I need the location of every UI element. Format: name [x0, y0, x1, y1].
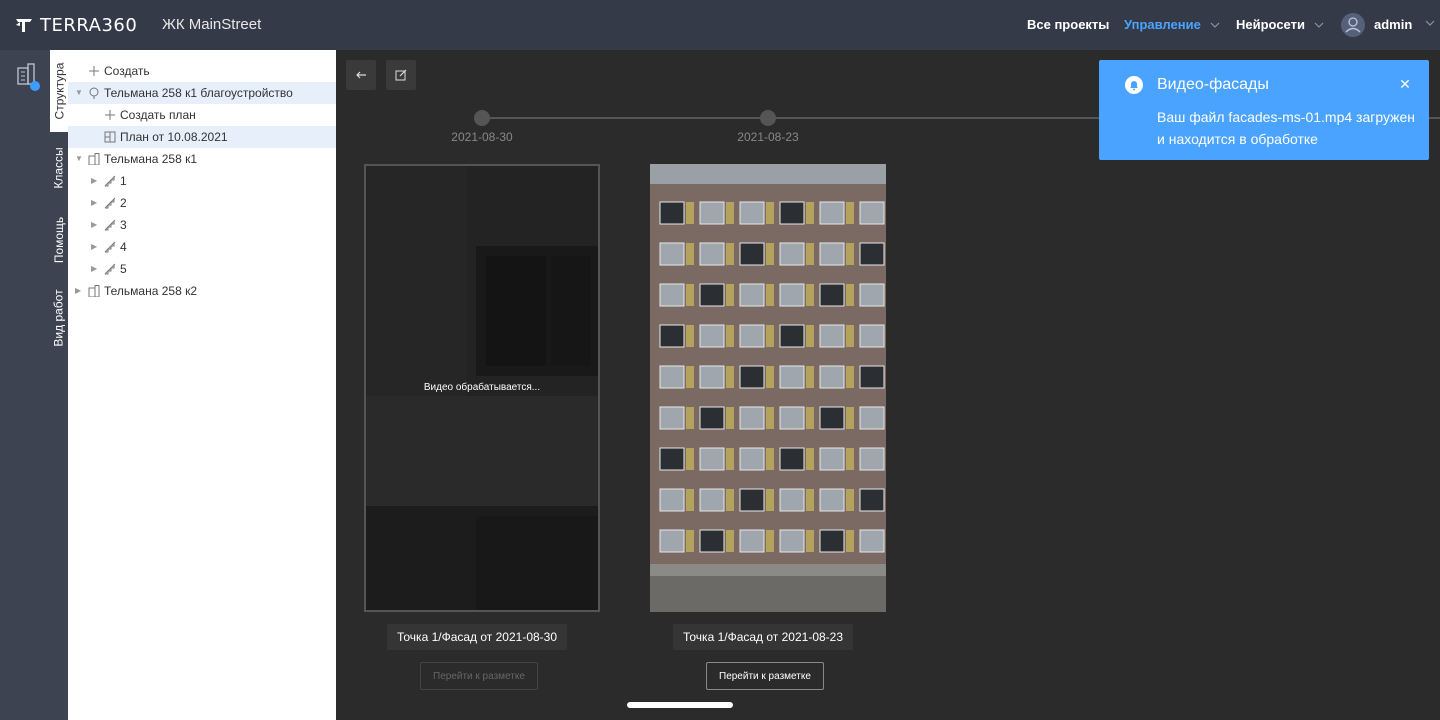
timeline-date: 2021-08-23 [737, 130, 799, 144]
tree-item-label: 3 [120, 218, 127, 232]
card-caption: Точка 1/Фасад от 2021-08-23 [673, 624, 854, 650]
tree-item-create[interactable]: Создать [68, 60, 336, 82]
facade-windows [659, 201, 885, 553]
building-icon [88, 153, 100, 166]
edit-button[interactable] [386, 60, 416, 90]
video-preview-processing: Видео обрабатывается... [364, 164, 600, 612]
tree-item-plan[interactable]: План от 10.08.2021 [68, 126, 336, 148]
tree-item-label: План от 10.08.2021 [120, 130, 228, 144]
nav-neural-networks[interactable]: Нейросети [1236, 17, 1325, 32]
tab-structure[interactable]: Структура [50, 50, 68, 132]
tree-item-create-plan[interactable]: Создать план [68, 104, 336, 126]
caret-down-icon[interactable]: ▼ [75, 88, 85, 98]
facade-photo [650, 164, 886, 612]
plus-icon [88, 65, 100, 77]
tab-classes[interactable]: Классы [50, 134, 68, 202]
plus-icon [104, 109, 116, 121]
left-rail [0, 50, 50, 720]
go-to-markup-button[interactable]: Перейти к разметке [420, 662, 538, 690]
tree-item-label: 1 [120, 174, 127, 188]
horizontal-scrollbar[interactable] [627, 702, 733, 708]
tab-work-type-label: Вид работ [52, 289, 67, 347]
chevron-down-icon [1210, 22, 1220, 28]
terra-logo-icon [16, 19, 32, 32]
stairs-icon [104, 197, 116, 209]
bell-icon [1125, 76, 1143, 94]
tab-classes-label: Классы [52, 147, 67, 189]
caret-right-icon[interactable]: ▶ [91, 220, 101, 230]
notification-toast: Видео-фасады Ваш файл facades-ms-01.mp4 … [1099, 60, 1429, 160]
back-button[interactable] [346, 60, 376, 90]
caret-right-icon[interactable]: ▶ [91, 264, 101, 274]
plan-icon [104, 131, 116, 143]
caret-right-icon[interactable]: ▶ [91, 242, 101, 252]
nav-all-projects[interactable]: Все проекты [1027, 17, 1109, 32]
go-to-markup-button[interactable]: Перейти к разметке [706, 662, 824, 690]
edit-icon [395, 69, 407, 81]
nav-all-projects-label: Все проекты [1027, 17, 1110, 32]
tab-help-label: Помощь [52, 216, 67, 264]
tree-item-floor-1[interactable]: ▶ 1 [68, 170, 336, 192]
stairs-icon [104, 241, 116, 253]
nav-management[interactable]: Управление [1124, 17, 1221, 32]
tree-item-label: 4 [120, 240, 127, 254]
tab-help[interactable]: Помощь [50, 204, 68, 276]
tree-item-building-k2[interactable]: ▶ Тельмана 258 к2 [68, 280, 336, 302]
nav-management-label: Управление [1124, 17, 1201, 32]
user-menu[interactable]: admin [1374, 17, 1436, 32]
tree-item-floor-3[interactable]: ▶ 3 [68, 214, 336, 236]
close-icon[interactable]: ✕ [1397, 76, 1413, 92]
card-caption: Точка 1/Фасад от 2021-08-30 [387, 624, 568, 650]
caret-down-icon[interactable]: ▼ [75, 154, 85, 164]
toast-title: Видео-фасады [1157, 76, 1269, 93]
tree-item-floor-5[interactable]: ▶ 5 [68, 258, 336, 280]
video-preview[interactable] [650, 164, 886, 612]
tab-work-type[interactable]: Вид работ [50, 278, 68, 358]
tree-item-landscaping[interactable]: ▼ Тельмана 258 к1 благоустройство [68, 82, 336, 104]
building-icon [88, 285, 100, 298]
tree-item-label: 5 [120, 262, 127, 276]
nav-neural-networks-label: Нейросети [1236, 17, 1305, 32]
timeline-point[interactable] [760, 110, 776, 126]
top-bar: TERRA360 ЖК MainStreet Все проекты Управ… [0, 0, 1440, 50]
stairs-icon [104, 219, 116, 231]
tab-structure-label: Структура [52, 62, 66, 120]
processing-status: Видео обрабатывается... [423, 382, 541, 393]
tree-item-floor-4[interactable]: ▶ 4 [68, 236, 336, 258]
tree-icon [88, 87, 100, 99]
tree-item-label: Тельмана 258 к2 [104, 284, 198, 298]
chevron-down-icon [1314, 22, 1324, 28]
stairs-icon [104, 175, 116, 187]
project-name: ЖК MainStreet [162, 16, 262, 33]
caret-right-icon[interactable]: ▶ [75, 286, 85, 296]
notification-dot [30, 81, 40, 91]
logo-text: TERRA360 [40, 14, 138, 36]
user-name: admin [1374, 17, 1413, 32]
tree-item-label: Создать план [120, 108, 196, 122]
tree-item-label: Тельмана 258 к1 [104, 152, 198, 166]
arrow-left-icon [356, 71, 366, 79]
toast-message: Ваш файл facades-ms-01.mp4 загружен и на… [1157, 109, 1416, 147]
timeline-date: 2021-08-30 [451, 130, 513, 144]
user-avatar-icon[interactable] [1341, 13, 1365, 37]
tree-item-floor-2[interactable]: ▶ 2 [68, 192, 336, 214]
tree-item-label: 2 [120, 196, 127, 210]
caret-right-icon[interactable]: ▶ [91, 176, 101, 186]
tree-item-label: Тельмана 258 к1 благоустройство [104, 86, 293, 100]
structure-tree: Создать ▼ Тельмана 258 к1 благоустройств… [68, 50, 336, 720]
chevron-down-icon [1425, 20, 1435, 26]
tree-item-label: Создать [104, 64, 150, 78]
timeline-point[interactable] [474, 110, 490, 126]
logo[interactable]: TERRA360 [14, 13, 137, 37]
caret-right-icon[interactable]: ▶ [91, 198, 101, 208]
tree-item-building-k1[interactable]: ▼ Тельмана 258 к1 [68, 148, 336, 170]
vertical-tabs: Структура Классы Помощь Вид работ [50, 50, 68, 720]
stairs-icon [104, 263, 116, 275]
